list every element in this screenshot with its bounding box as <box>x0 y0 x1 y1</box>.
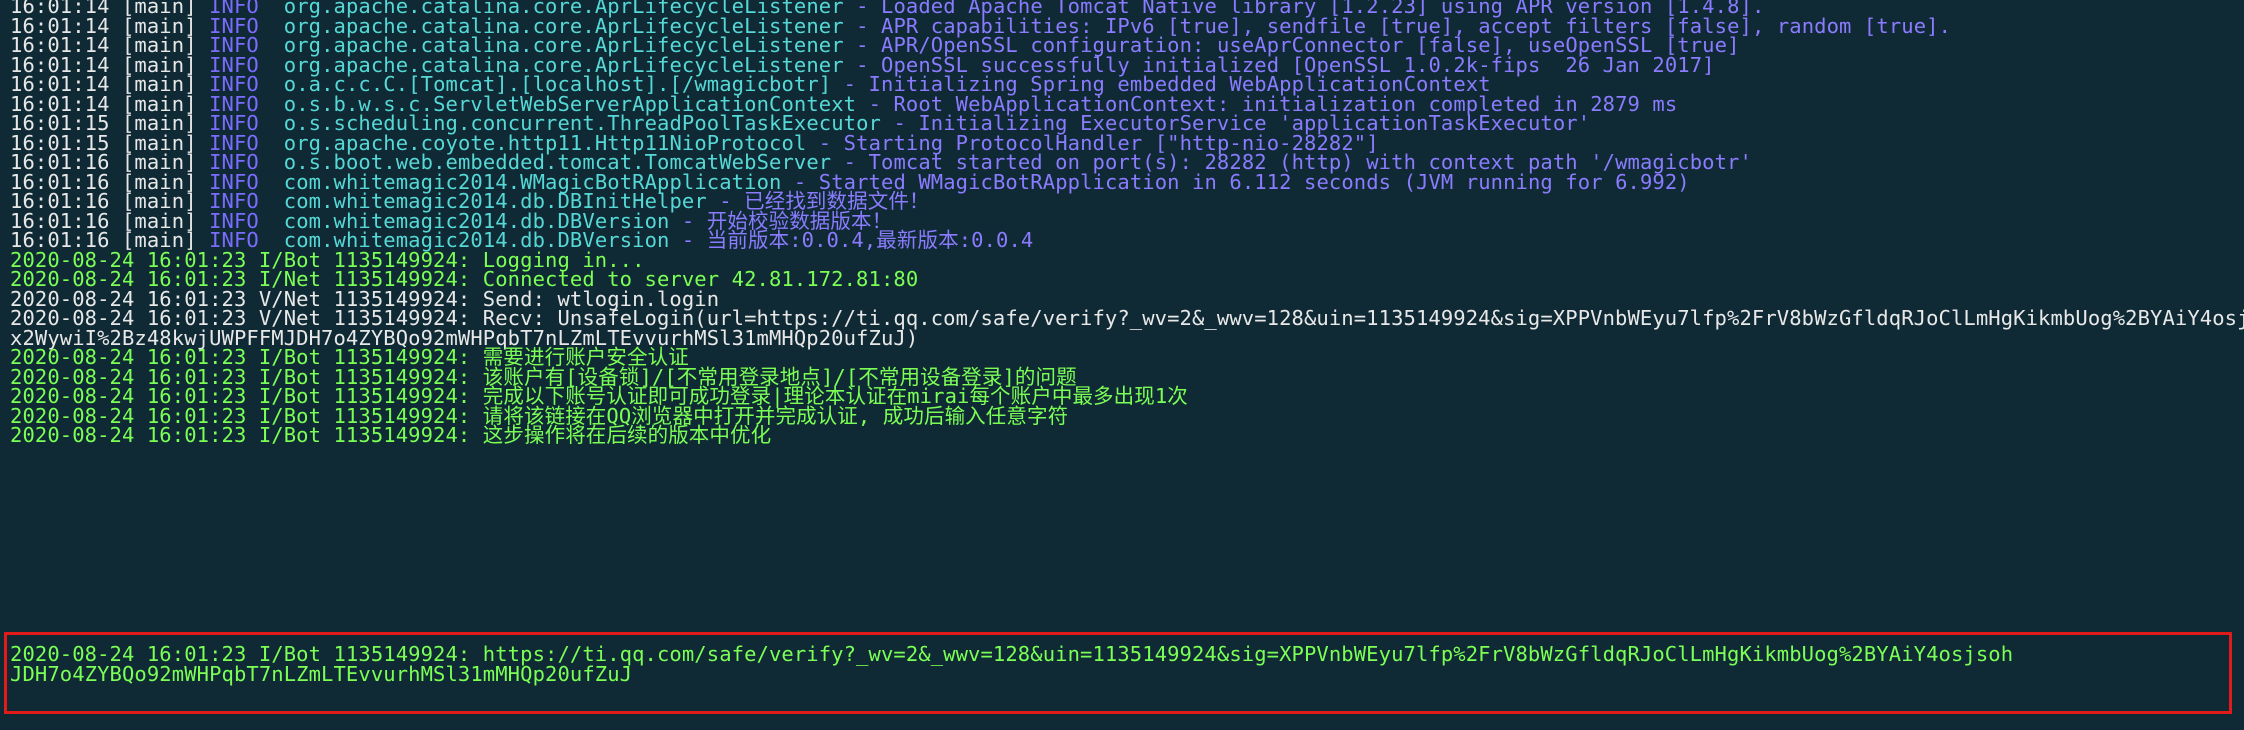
terminal-window[interactable]: 16:01:14 [main] INFO org.apache.catalina… <box>0 0 2244 730</box>
log-message: - 当前版本:0.0.4,最新版本:0.0.4 <box>681 228 1034 252</box>
bot-log-line: 2020-08-24 16:01:23 I/Bot 1135149924: 这步… <box>10 423 772 447</box>
highlight-box <box>4 632 2232 714</box>
